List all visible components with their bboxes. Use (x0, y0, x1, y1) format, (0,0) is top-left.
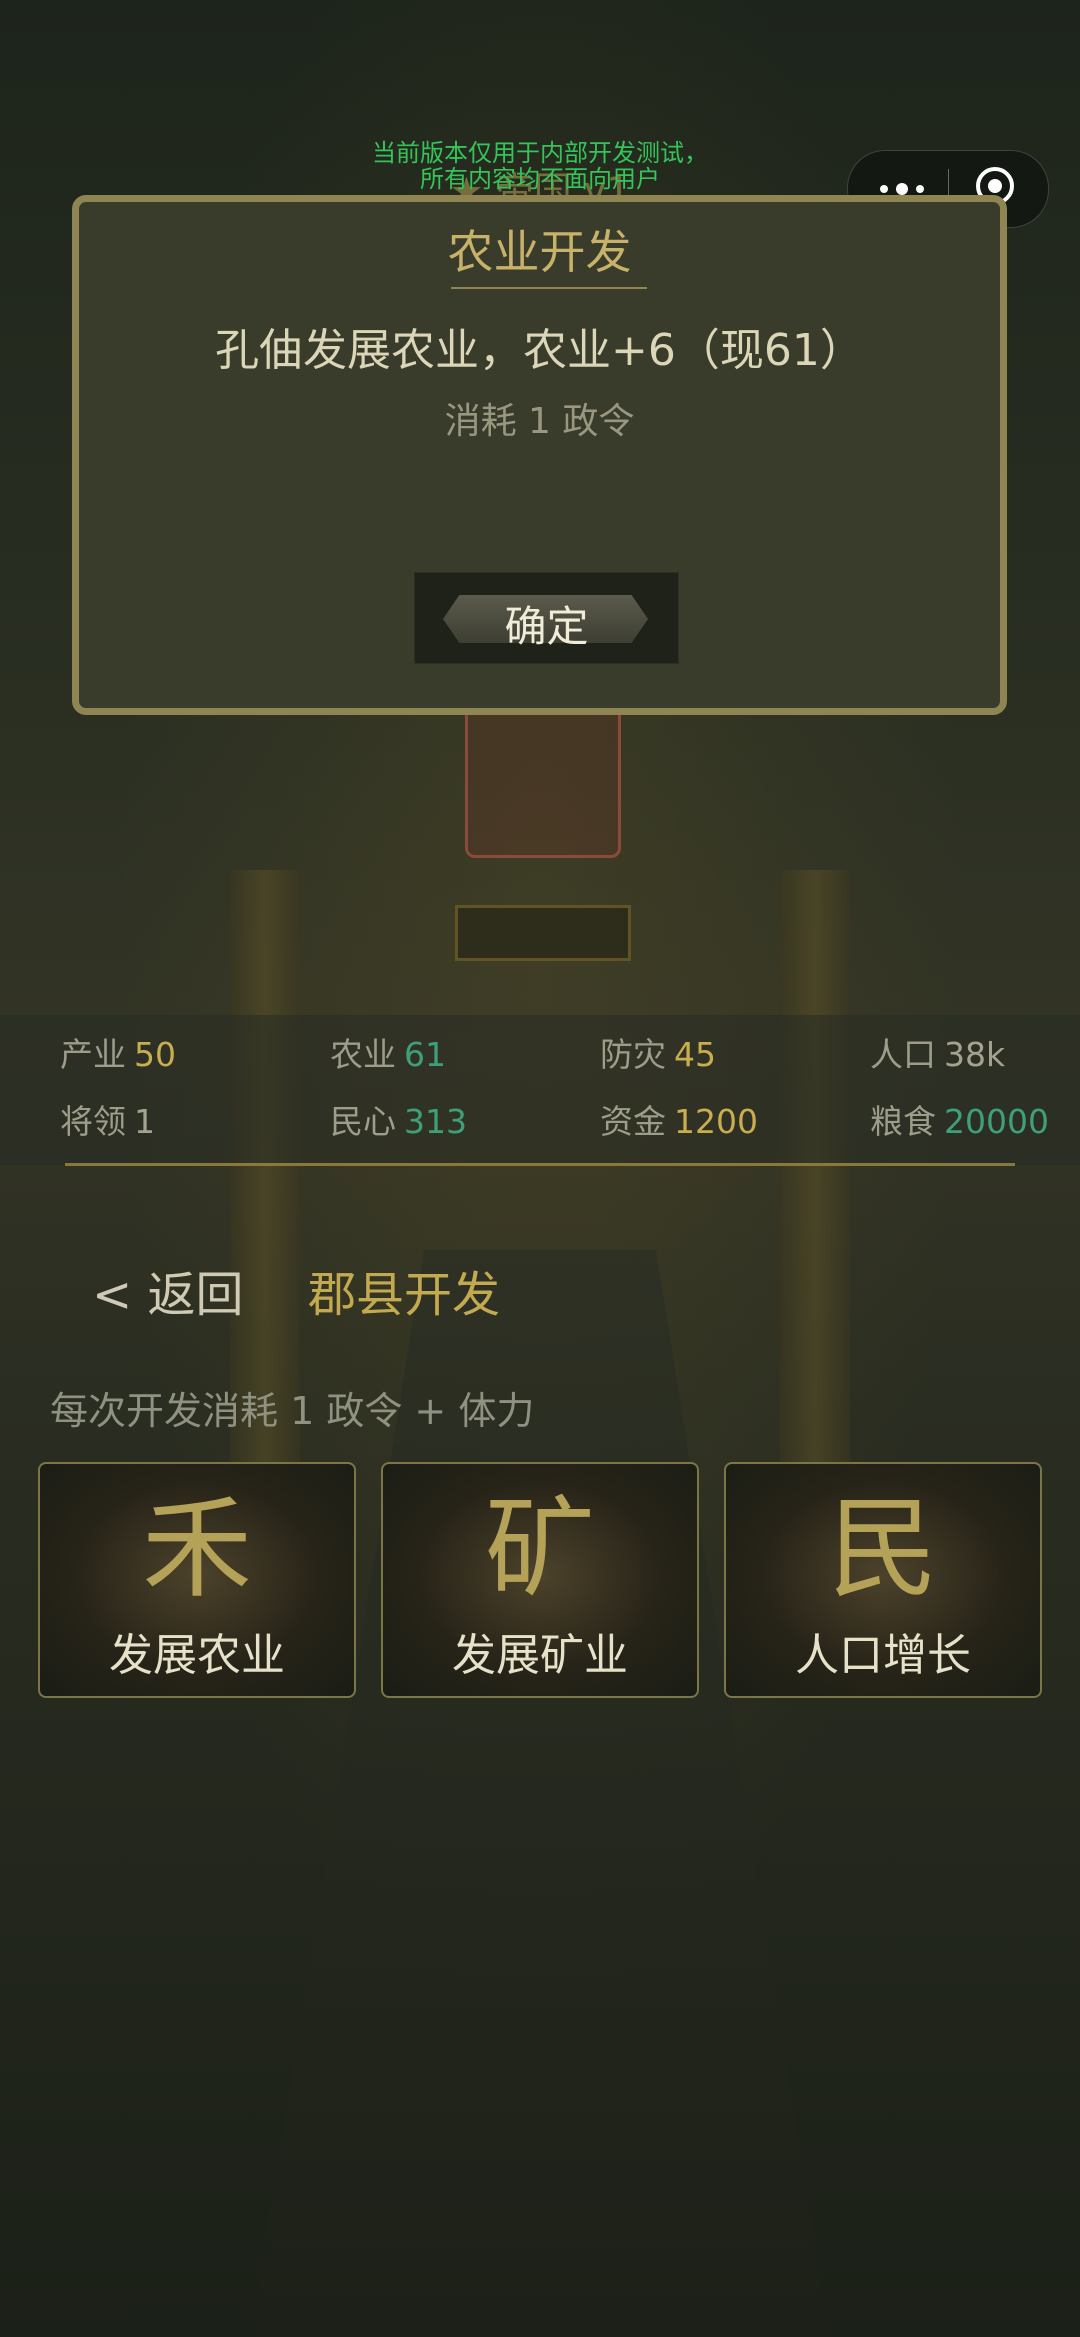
stats-divider (65, 1163, 1015, 1166)
confirm-button-label: 确定 (504, 602, 589, 651)
confirm-button[interactable]: 确定 (414, 572, 679, 664)
develop-mining-label: 发展矿业 (452, 1630, 628, 1681)
develop-mining-button[interactable]: 矿 发展矿业 (381, 1462, 699, 1698)
people-icon: 民 (828, 1485, 938, 1613)
stat-public-support: 民心 313 (330, 1102, 467, 1141)
back-button[interactable]: < 返回 (92, 1255, 243, 1325)
stat-funds: 资金 1200 (600, 1102, 758, 1141)
result-dialog: 农业开发 孔伷发展农业，农业+6（现61） 消耗 1 政令 确定 (72, 195, 1007, 715)
stat-disaster-prevention: 防灾 45 (600, 1035, 716, 1074)
mine-icon: 矿 (485, 1485, 595, 1613)
develop-agriculture-label: 发展农业 (109, 1630, 285, 1681)
stat-grain: 粮食 20000 (870, 1102, 1049, 1141)
grain-icon: 禾 (142, 1485, 252, 1613)
stat-generals: 将领 1 (60, 1102, 155, 1141)
red-seal-decoration (465, 715, 621, 858)
stat-agriculture: 农业 61 (330, 1035, 446, 1074)
development-cost-note: 每次开发消耗 1 政令 + 体力 (50, 1389, 535, 1433)
section-title: 郡县开发 (308, 1267, 501, 1323)
stat-industry: 产业 50 (60, 1035, 176, 1074)
population-growth-label: 人口增长 (795, 1630, 971, 1681)
dialog-title-underline (451, 287, 647, 289)
population-growth-button[interactable]: 民 人口增长 (724, 1462, 1042, 1698)
stat-population: 人口 38k (870, 1035, 1006, 1074)
dialog-message: 孔伷发展农业，农业+6（现61） (215, 325, 864, 376)
county-stats-panel: 产业 50 农业 61 防灾 45 人口 38k 将领 1 民心 313 资金 1200 粮食… (0, 1015, 1080, 1165)
palace-plaque (455, 905, 631, 961)
develop-agriculture-button[interactable]: 禾 发展农业 (38, 1462, 356, 1698)
dialog-cost: 消耗 1 政令 (444, 401, 635, 442)
dialog-title: 农业开发 (447, 225, 632, 279)
